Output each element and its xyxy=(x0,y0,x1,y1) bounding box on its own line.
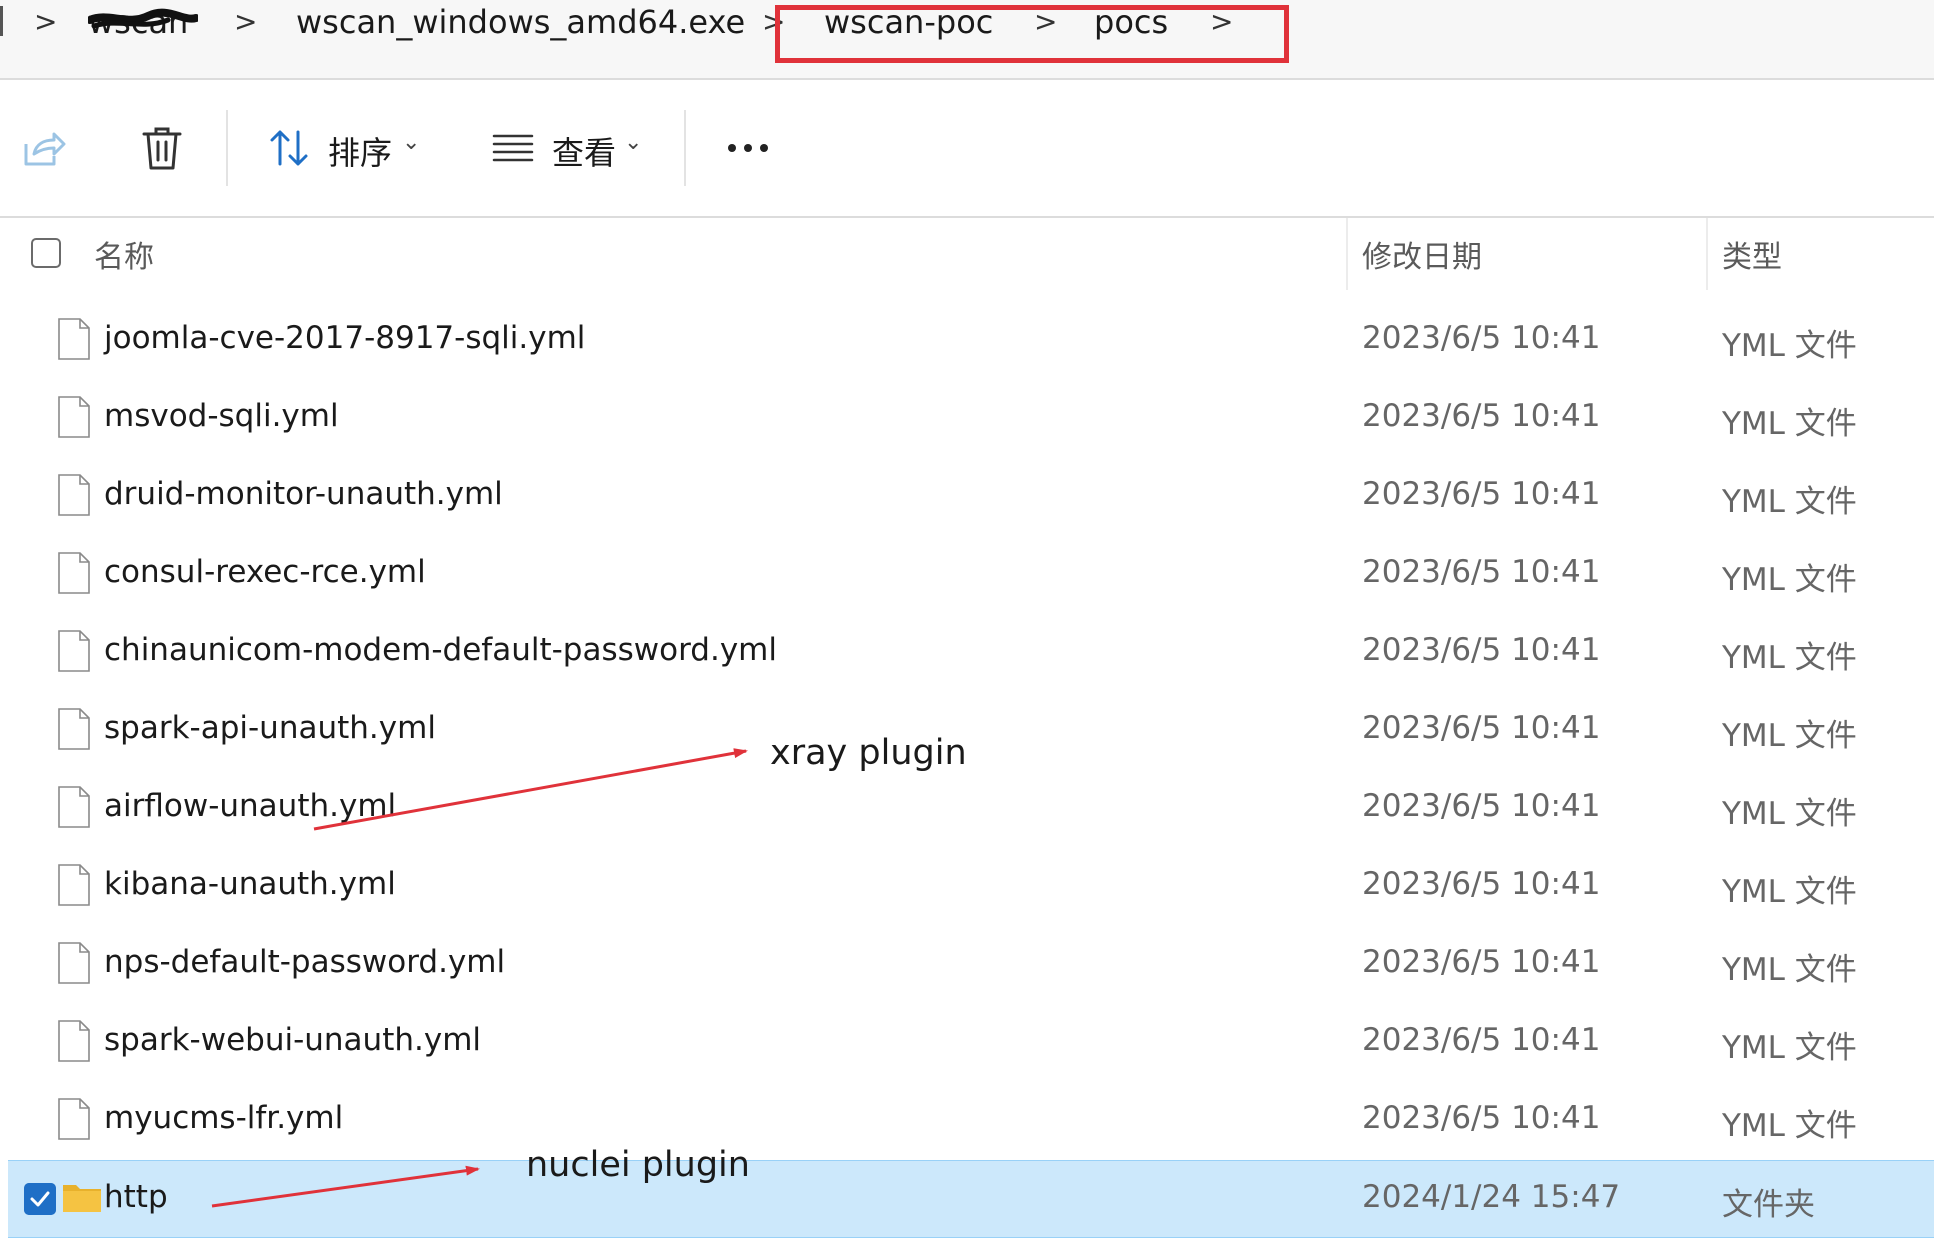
list-item[interactable]: spark-webui-unauth.yml 2023/6/5 10:41 YM… xyxy=(0,1004,1934,1082)
file-icon xyxy=(58,318,90,360)
nuclei-annotation: nuclei plugin xyxy=(526,1145,750,1185)
file-type: YML 文件 xyxy=(1722,1108,1857,1144)
file-type: YML 文件 xyxy=(1722,796,1857,832)
file-modified: 2023/6/5 10:41 xyxy=(1362,554,1601,590)
file-modified: 2023/6/5 10:41 xyxy=(1362,944,1601,980)
view-button[interactable]: 查看 ⌄ xyxy=(488,120,648,176)
sort-button[interactable]: 排序 ⌄ xyxy=(262,120,432,176)
share-icon[interactable] xyxy=(18,124,66,172)
list-item[interactable]: nps-default-password.yml 2023/6/5 10:41 … xyxy=(0,926,1934,1004)
list-item[interactable]: consul-rexec-rce.yml 2023/6/5 10:41 YML … xyxy=(0,536,1934,614)
list-item[interactable]: chinaunicom-modem-default-password.yml 2… xyxy=(0,614,1934,692)
file-explorer-window: > wscan > wscan_windows_amd64.exe > wsca… xyxy=(0,0,1934,1246)
file-modified: 2023/6/5 10:41 xyxy=(1362,398,1601,434)
checkbox-checked-icon[interactable] xyxy=(24,1183,56,1215)
column-divider[interactable] xyxy=(1706,218,1708,290)
file-icon xyxy=(58,396,90,438)
file-name: spark-api-unauth.yml xyxy=(104,710,436,746)
view-label: 查看 xyxy=(552,134,617,172)
file-type: YML 文件 xyxy=(1722,406,1857,442)
view-list-icon xyxy=(492,134,534,162)
list-item[interactable]: myucms-lfr.yml 2023/6/5 10:41 YML 文件 xyxy=(0,1082,1934,1160)
toolbar-divider xyxy=(684,110,686,186)
folder-modified: 2024/1/24 15:47 xyxy=(1362,1179,1621,1215)
file-type: YML 文件 xyxy=(1722,1030,1857,1066)
list-item[interactable]: joomla-cve-2017-8917-sqli.yml 2023/6/5 1… xyxy=(0,302,1934,380)
breadcrumb-separator: > xyxy=(234,5,258,38)
column-divider[interactable] xyxy=(1346,218,1348,290)
file-name: airflow-unauth.yml xyxy=(104,788,397,824)
file-modified: 2023/6/5 10:41 xyxy=(1362,1022,1601,1058)
more-dots-icon[interactable] xyxy=(726,138,770,158)
file-modified: 2023/6/5 10:41 xyxy=(1362,1100,1601,1136)
breadcrumb-item-exe[interactable]: wscan_windows_amd64.exe xyxy=(296,0,745,44)
column-header-type[interactable]: 类型 xyxy=(1722,232,1782,276)
breadcrumb: > wscan > wscan_windows_amd64.exe > wsca… xyxy=(0,0,1934,80)
command-toolbar: 排序 ⌄ 查看 ⌄ xyxy=(0,80,1934,218)
breadcrumb-separator: > xyxy=(34,5,58,38)
file-type: YML 文件 xyxy=(1722,952,1857,988)
folder-name: http xyxy=(104,1179,168,1215)
folder-type: 文件夹 xyxy=(1722,1187,1815,1223)
file-modified: 2023/6/5 10:41 xyxy=(1362,476,1601,512)
file-name: spark-webui-unauth.yml xyxy=(104,1022,482,1058)
file-icon xyxy=(58,1098,90,1140)
file-modified: 2023/6/5 10:41 xyxy=(1362,866,1601,902)
select-all-checkbox[interactable] xyxy=(31,238,61,268)
file-modified: 2023/6/5 10:41 xyxy=(1362,788,1601,824)
file-type: YML 文件 xyxy=(1722,718,1857,754)
trash-icon[interactable] xyxy=(138,124,186,172)
column-header-modified[interactable]: 修改日期 xyxy=(1362,232,1482,276)
file-name: consul-rexec-rce.yml xyxy=(104,554,426,590)
list-item[interactable]: msvod-sqli.yml 2023/6/5 10:41 YML 文件 xyxy=(0,380,1934,458)
file-name: msvod-sqli.yml xyxy=(104,398,339,434)
file-icon xyxy=(58,552,90,594)
list-item-folder-selected[interactable]: http 2024/1/24 15:47 文件夹 xyxy=(8,1160,1934,1238)
file-type: YML 文件 xyxy=(1722,640,1857,676)
toolbar-divider xyxy=(226,110,228,186)
list-item[interactable]: kibana-unauth.yml 2023/6/5 10:41 YML 文件 xyxy=(0,848,1934,926)
file-list: joomla-cve-2017-8917-sqli.yml 2023/6/5 1… xyxy=(0,302,1934,1238)
file-icon xyxy=(58,864,90,906)
sort-label: 排序 xyxy=(328,134,393,172)
file-modified: 2023/6/5 10:41 xyxy=(1362,632,1601,668)
file-name: chinaunicom-modem-default-password.yml xyxy=(104,632,777,668)
file-type: YML 文件 xyxy=(1722,484,1857,520)
sort-arrows-icon xyxy=(270,130,308,166)
annotation-highlight-box xyxy=(775,5,1289,63)
file-icon xyxy=(58,630,90,672)
file-icon xyxy=(58,1020,90,1062)
file-icon xyxy=(58,474,90,516)
folder-icon xyxy=(63,1185,101,1212)
list-item[interactable]: druid-monitor-unauth.yml 2023/6/5 10:41 … xyxy=(0,458,1934,536)
file-icon xyxy=(58,942,90,984)
redaction-scribble xyxy=(88,8,198,29)
file-name: joomla-cve-2017-8917-sqli.yml xyxy=(104,320,586,356)
chevron-down-icon: ⌄ xyxy=(402,130,421,155)
file-name: myucms-lfr.yml xyxy=(104,1100,344,1136)
file-name: kibana-unauth.yml xyxy=(104,866,396,902)
list-item[interactable]: spark-api-unauth.yml 2023/6/5 10:41 YML … xyxy=(0,692,1934,770)
column-header-name[interactable]: 名称 xyxy=(94,232,154,276)
column-header-row: 名称 修改日期 类型 xyxy=(0,218,1934,290)
file-type: YML 文件 xyxy=(1722,562,1857,598)
file-modified: 2023/6/5 10:41 xyxy=(1362,710,1601,746)
list-item[interactable]: airflow-unauth.yml 2023/6/5 10:41 YML 文件 xyxy=(0,770,1934,848)
xray-annotation: xray plugin xyxy=(770,733,967,773)
file-name: nps-default-password.yml xyxy=(104,944,506,980)
file-name: druid-monitor-unauth.yml xyxy=(104,476,503,512)
file-icon xyxy=(58,708,90,750)
file-icon xyxy=(58,786,90,828)
file-modified: 2023/6/5 10:41 xyxy=(1362,320,1601,356)
chevron-down-icon: ⌄ xyxy=(624,130,643,155)
file-type: YML 文件 xyxy=(1722,328,1857,364)
file-type: YML 文件 xyxy=(1722,874,1857,910)
breadcrumb-edge xyxy=(0,6,3,36)
